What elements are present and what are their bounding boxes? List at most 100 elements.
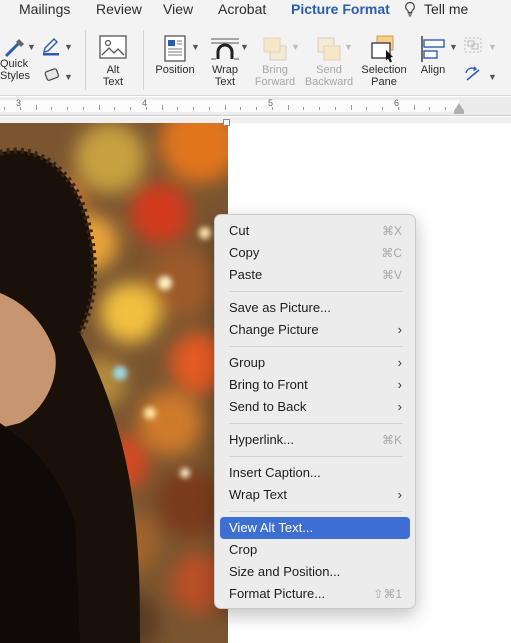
chevron-down-icon[interactable]: ▼ (191, 42, 200, 52)
chevron-down-icon[interactable]: ▼ (344, 42, 353, 52)
position-icon (164, 35, 186, 62)
ruler-tick (208, 107, 210, 110)
chevron-down-icon[interactable]: ▼ (64, 42, 73, 52)
menu-item-shortcut: ⌘X (381, 224, 402, 238)
ruler-tick (429, 107, 431, 110)
menu-item-label: Copy (229, 245, 260, 260)
wrap-text-label: Wrap Text (211, 64, 239, 88)
menu-item-label: Group (229, 355, 266, 370)
context-menu: Cut ⌘X Copy ⌘C Paste ⌘V Save as Picture.… (214, 214, 416, 609)
menu-item-cut[interactable]: Cut ⌘X (220, 220, 410, 242)
ruler-tick (35, 105, 37, 110)
chevron-down-icon[interactable]: ▼ (27, 42, 36, 52)
horizontal-ruler[interactable]: 3 4 5 6 (0, 97, 511, 116)
chevron-down-icon[interactable]: ▼ (291, 42, 300, 52)
menu-item-wrap-text[interactable]: Wrap Text › (220, 484, 410, 506)
menu-item-crop[interactable]: Crop (220, 539, 410, 561)
chevron-down-icon[interactable]: ▼ (240, 42, 249, 52)
menu-item-send-to-back[interactable]: Send to Back › (220, 396, 410, 418)
menu-item-format-picture[interactable]: Format Picture... ⇧⌘1 (220, 583, 410, 605)
menu-item-size-and-position[interactable]: Size and Position... (220, 561, 410, 583)
ribbon-toolbar: Quick Styles ▼ ▼ ▼ Alt Text Position ▼ W… (0, 20, 511, 96)
right-indent-base[interactable] (454, 110, 464, 114)
menu-item-shortcut: ⌘C (381, 246, 402, 260)
menu-item-label: Hyperlink... (229, 432, 295, 447)
menu-item-shortcut: ⇧⌘1 (373, 587, 402, 601)
align-button[interactable]: Align (413, 34, 453, 76)
selection-pane-label: Selection Pane (361, 64, 407, 88)
ruler-tick (114, 107, 116, 110)
ruler-tick (4, 107, 5, 110)
tell-me-search[interactable]: Tell me (424, 0, 468, 18)
align-icon (421, 36, 445, 62)
picture-effects-button[interactable] (40, 66, 64, 86)
menu-item-label: Change Picture (229, 322, 319, 337)
ruler-tick (397, 107, 399, 110)
ruler-tick (271, 107, 273, 110)
ruler-tick (303, 107, 305, 110)
group-objects-button[interactable] (462, 36, 484, 56)
quick-styles-text: Quick Styles (0, 58, 30, 82)
rotate-button[interactable] (462, 66, 484, 86)
ribbon-separator (85, 30, 86, 90)
ruler-tick (287, 105, 289, 110)
tab-picture-format[interactable]: Picture Format (291, 0, 390, 23)
menu-item-copy[interactable]: Copy ⌘C (220, 242, 410, 264)
menu-item-label: Paste (229, 267, 263, 282)
menu-item-bring-to-front[interactable]: Bring to Front › (220, 374, 410, 396)
ruler-tick (82, 107, 84, 110)
ruler-tick (256, 107, 257, 110)
alt-text-button[interactable]: Alt Text (92, 34, 134, 88)
menu-separator (229, 291, 403, 292)
ruler-tick (334, 107, 336, 110)
wrap-text-icon (211, 38, 239, 60)
menu-item-label: Wrap Text (229, 487, 288, 502)
menu-separator (229, 423, 403, 424)
ruler-tick (161, 105, 163, 110)
menu-item-paste[interactable]: Paste ⌘V (220, 264, 410, 286)
menu-item-insert-caption[interactable]: Insert Caption... (220, 462, 410, 484)
alt-text-icon (99, 35, 127, 59)
ruler-tick (67, 107, 68, 110)
chevron-down-icon[interactable]: ▼ (488, 42, 497, 52)
tab-acrobat[interactable]: Acrobat (218, 0, 266, 18)
menu-item-view-alt-text[interactable]: View Alt Text... (220, 517, 410, 539)
ruler-tick (98, 105, 100, 110)
menu-separator (229, 346, 403, 347)
align-label: Align (420, 64, 446, 76)
chevron-down-icon[interactable]: ▼ (488, 72, 497, 82)
pen-border-icon (43, 38, 59, 56)
rotate-icon (465, 66, 480, 81)
ruler-tick (240, 107, 242, 110)
chevron-right-icon: › (397, 399, 402, 414)
menu-item-label: Format Picture... (229, 586, 326, 601)
selection-pane-button[interactable]: Selection Pane (357, 34, 411, 88)
alt-text-label: Alt Text (102, 64, 124, 88)
ruler-tick (382, 107, 383, 110)
ruler-tick (445, 107, 446, 110)
tab-mailings[interactable]: Mailings (19, 0, 70, 18)
ruler-tick (19, 107, 21, 110)
menu-item-hyperlink[interactable]: Hyperlink... ⌘K (220, 429, 410, 451)
menu-item-label: Send to Back (229, 399, 307, 414)
chevron-down-icon[interactable]: ▼ (64, 72, 73, 82)
picture-border-button[interactable] (40, 36, 64, 56)
position-button[interactable]: Position (152, 34, 198, 76)
selected-picture[interactable] (0, 123, 228, 643)
tab-review[interactable]: Review (96, 0, 142, 18)
chevron-down-icon[interactable]: ▼ (449, 42, 458, 52)
picture-resize-handle[interactable] (223, 119, 230, 126)
effects-icon (44, 68, 60, 81)
menu-item-shortcut: ⌘V (381, 268, 402, 282)
menu-item-save-as-picture[interactable]: Save as Picture... (220, 297, 410, 319)
bring-forward-icon (263, 37, 287, 61)
menu-item-label: View Alt Text... (229, 520, 314, 535)
ruler-tick (413, 105, 415, 110)
menu-item-group[interactable]: Group › (220, 352, 410, 374)
menu-separator (229, 511, 403, 512)
menu-item-label: Size and Position... (229, 564, 341, 579)
ribbon-tab-bar: Mailings Review View Acrobat Picture For… (0, 0, 511, 23)
menu-item-change-picture[interactable]: Change Picture › (220, 319, 410, 341)
chevron-right-icon: › (397, 377, 402, 392)
tab-view[interactable]: View (163, 0, 193, 18)
